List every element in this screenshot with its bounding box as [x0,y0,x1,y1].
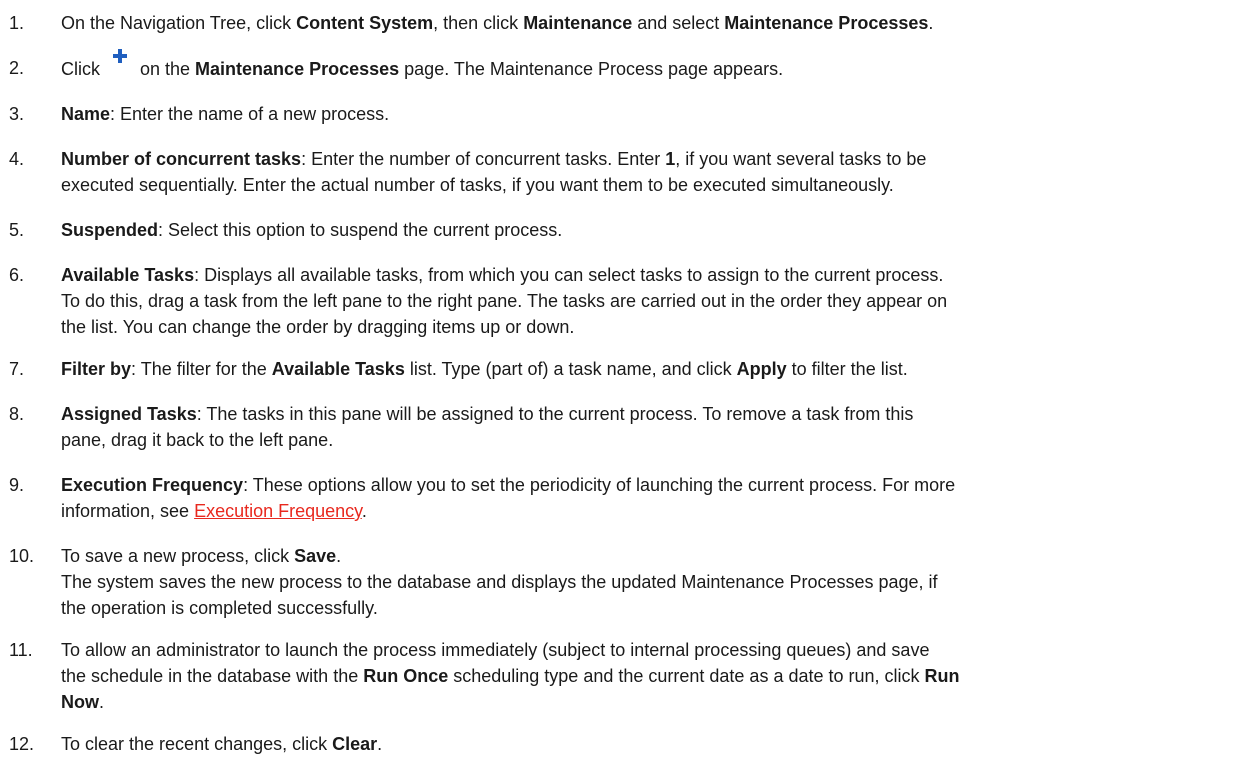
text-run: : Enter the number of concurrent tasks. … [301,149,666,169]
execution-frequency-link[interactable]: Execution Frequency [194,501,362,521]
text-run: to filter the list. [786,359,908,379]
step-number: 12. [9,734,35,754]
text-run: . [377,734,383,754]
bold-term: Maintenance [523,13,633,33]
bold-term: 1 [665,149,676,169]
step-text: To clear the recent changes, click Clear… [61,731,1260,757]
text-run: : The filter for the [131,359,272,379]
step-text-line: Execution Frequency: These options allow… [61,472,1260,498]
bold-term: Available Tasks [61,265,195,285]
bold-term: Run [924,666,960,686]
step-text: To save a new process, click Save. The sy… [61,543,1260,621]
bold-term: Apply [736,359,787,379]
step-text-line: information, see Execution Frequency. [61,498,1260,524]
text-run: pane, drag it back to the left pane. [61,430,334,450]
step-text-line: pane, drag it back to the left pane. [61,427,1260,453]
step-text-line: To allow an administrator to launch the … [61,637,1260,663]
step-number: 8. [9,404,25,424]
step-text: On the Navigation Tree, click Content Sy… [61,10,1260,36]
text-run: : Enter the name of a new process. [110,104,390,124]
step-text-line: To clear the recent changes, click Clear… [61,731,1260,757]
text-run: : The tasks in this pane will be assigne… [196,404,914,424]
bold-term: Save [294,546,337,566]
step-text-line: Filter by: The filter for the Available … [61,356,1260,382]
step-number: 11. [9,640,33,660]
step-text-line: the list. You can change the order by dr… [61,314,1260,340]
bold-term: Execution Frequency [61,475,244,495]
text-run: and select [632,13,725,33]
bold-term: Now [61,692,99,712]
text-run: To clear the recent changes, click [61,734,333,754]
step-text-line: Now. [61,689,1260,715]
bold-term: Available Tasks [271,359,405,379]
text-run: executed sequentially. Enter the actual … [61,175,894,195]
step-text: To allow an administrator to launch the … [61,637,1260,715]
step-text: Name: Enter the name of a new process. [61,101,1260,127]
step-number: 2. [9,58,25,78]
step-text: Click on the Maintenance Processes page.… [61,49,1260,82]
step-number: 7. [9,359,25,379]
step-text-line: Name: Enter the name of a new process. [61,101,1260,127]
text-run: On the Navigation Tree, click [61,13,297,33]
step-text-line: Number of concurrent tasks: Enter the nu… [61,146,1260,172]
text-run: on the [135,59,196,79]
step-text-line: The system saves the new process to the … [61,569,1260,595]
step-text: Execution Frequency: These options allow… [61,472,1260,524]
text-run: scheduling type and the current date as … [448,666,925,686]
text-run: : These options allow you to set the per… [243,475,956,495]
step-text: Available Tasks: Displays all available … [61,262,1260,340]
text-run: To allow an administrator to launch the … [61,640,930,660]
step-text-line: Suspended: Select this option to suspend… [61,217,1260,243]
bold-term: Number of concurrent tasks [61,149,302,169]
bold-term: Maintenance Processes [724,13,929,33]
step-number: 1. [9,13,25,33]
step-text-line: the operation is completed successfully. [61,595,1260,621]
step-text-line: Click on the Maintenance Processes page.… [61,49,1260,82]
step-number: 3. [9,104,25,124]
text-run: , then click [433,13,524,33]
bold-term: Maintenance Processes [195,59,400,79]
text-run: . [361,501,367,521]
text-run: the schedule in the database with the [61,666,364,686]
bold-term: Run Once [363,666,449,686]
text-run: To save a new process, click [61,546,295,566]
plus-add-icon [105,49,135,77]
text-run: : Select this option to suspend the curr… [158,220,563,240]
text-run: the operation is completed successfully. [61,598,378,618]
bold-term: Filter by [61,359,132,379]
step-text: Number of concurrent tasks: Enter the nu… [61,146,1260,198]
text-run: Click [61,59,105,79]
text-run: . [928,13,934,33]
text-run: information, see [61,501,195,521]
text-run: page. The Maintenance Process page appea… [399,59,784,79]
step-number: 10. [9,546,35,566]
step-text-line: Assigned Tasks: The tasks in this pane w… [61,401,1260,427]
step-number: 4. [9,149,25,169]
bold-term: Name [61,104,111,124]
text-run: . [336,546,342,566]
step-number: 5. [9,220,25,240]
text-run: . [99,692,105,712]
step-number: 9. [9,475,25,495]
text-run: To do this, drag a task from the left pa… [61,291,948,311]
step-text: Filter by: The filter for the Available … [61,356,1260,382]
bold-term: Content System [296,13,434,33]
step-text-line: the schedule in the database with the Ru… [61,663,1260,689]
text-run: , if you want several tasks to be [675,149,927,169]
bold-term: Clear [332,734,378,754]
text-run: The system saves the new process to the … [61,572,938,592]
step-text-line: To do this, drag a task from the left pa… [61,288,1260,314]
bold-term: Suspended [61,220,159,240]
step-number: 6. [9,265,25,285]
step-text-line: On the Navigation Tree, click Content Sy… [61,10,1260,36]
text-run: : Displays all available tasks, from whi… [194,265,944,285]
step-text-line: To save a new process, click Save. [61,543,1260,569]
text-run: list. Type (part of) a task name, and cl… [404,359,737,379]
step-text: Assigned Tasks: The tasks in this pane w… [61,401,1260,453]
step-text: Suspended: Select this option to suspend… [61,217,1260,243]
bold-term: Assigned Tasks [61,404,197,424]
step-text-line: executed sequentially. Enter the actual … [61,172,1260,198]
text-run: the list. You can change the order by dr… [61,317,575,337]
step-text-line: Available Tasks: Displays all available … [61,262,1260,288]
